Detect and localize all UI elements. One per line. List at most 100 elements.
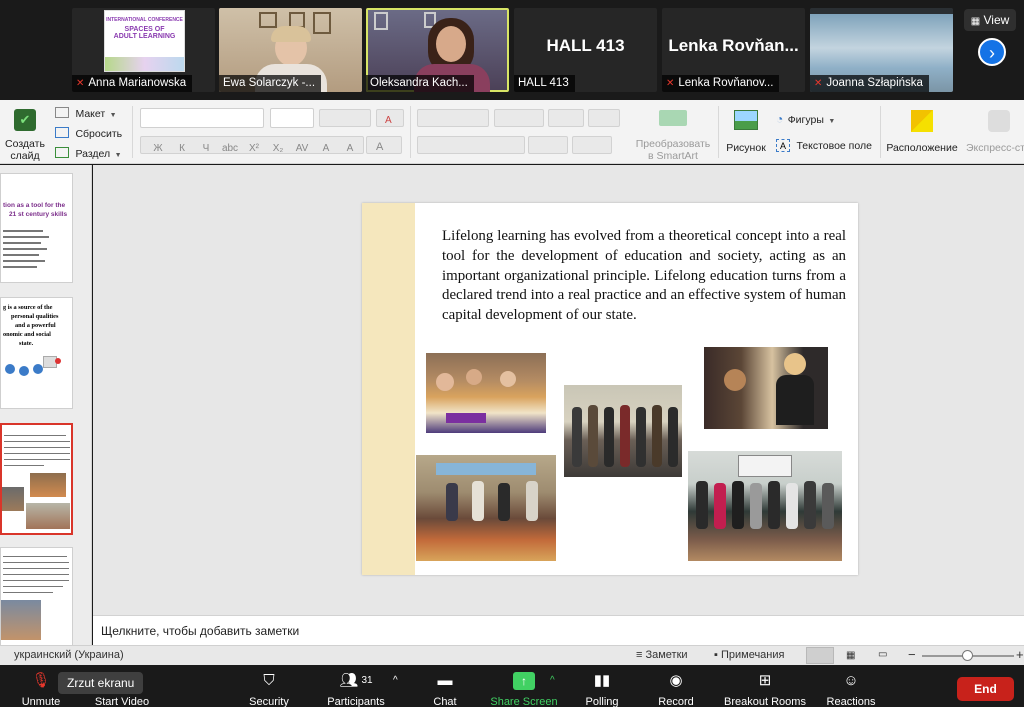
- slide-thumbnail[interactable]: g is a source of the personal qualities …: [0, 297, 73, 409]
- thumbnail-text: g is a source of the: [3, 304, 53, 311]
- participant-tile[interactable]: HALL 413 HALL 413: [514, 8, 657, 92]
- slide-body-text[interactable]: Lifelong learning has evolved from a the…: [442, 227, 846, 326]
- share-options-chevron[interactable]: ^: [550, 675, 555, 686]
- text-format-button[interactable]: AV: [290, 143, 314, 154]
- thumbnail-text: onomic and social: [3, 331, 51, 338]
- person-head: [436, 26, 466, 62]
- presenter-view-button[interactable]: ▭: [878, 649, 887, 660]
- new-slide-icon: ✔: [14, 109, 36, 131]
- photo-blonde-teacher: [704, 347, 828, 429]
- textbox-label: Текстовое поле: [796, 140, 872, 152]
- shapes-button[interactable]: ◔ Фигуры ▼: [776, 110, 835, 126]
- breakout-rooms-icon: ⊞: [758, 672, 772, 689]
- view-label: View: [983, 13, 1010, 27]
- record-icon: ◉: [669, 672, 683, 689]
- smartart-button[interactable]: Преобразовать в SmartArt: [632, 106, 714, 162]
- text-format-button[interactable]: К: [170, 143, 194, 154]
- chevron-right-icon[interactable]: ›: [978, 38, 1006, 66]
- share-screen-button[interactable]: ↑ Share Screen: [486, 665, 562, 707]
- speaker-notes-field[interactable]: Щелкните, чтобы добавить заметки: [93, 615, 1024, 645]
- text-direction-button[interactable]: [528, 136, 568, 154]
- participant-tile[interactable]: INTERNATIONAL CONFERENCE SPACES OF ADULT…: [72, 8, 215, 92]
- participant-tile[interactable]: Lenka Rovňan... ✕ Lenka Rovňanov...: [662, 8, 805, 92]
- participant-tile[interactable]: Ewa Solarczyk -...: [219, 8, 362, 92]
- slide-thumbnail[interactable]: [0, 547, 73, 645]
- columns-button[interactable]: [588, 109, 620, 127]
- alignment-group[interactable]: [417, 136, 525, 154]
- thumbnail-text-line: [3, 236, 49, 238]
- font-color-button[interactable]: A: [366, 136, 402, 154]
- text-format-button[interactable]: A: [338, 143, 362, 154]
- participant-name: ✕ Anna Marianowska: [72, 75, 193, 92]
- text-format-button[interactable]: Ж: [146, 143, 170, 154]
- notes-toggle[interactable]: ≡ Заметки: [636, 649, 688, 661]
- text-format-button[interactable]: X₂: [266, 143, 290, 154]
- quick-styles-button[interactable]: Экспресс-сти: [962, 106, 1024, 156]
- reset-button[interactable]: Сбросить: [55, 124, 122, 140]
- comment-icon: ▪: [714, 649, 718, 661]
- reactions-button[interactable]: ☺ Reactions: [820, 665, 882, 707]
- participants-button[interactable]: 👥︎ 31 Participants: [320, 665, 392, 707]
- start-video-label: Start Video: [94, 696, 150, 707]
- participant-name: Ewa Solarczyk -...: [219, 75, 322, 92]
- comments-toggle[interactable]: ▪ Примечания: [714, 649, 784, 661]
- current-slide[interactable]: Lifelong learning has evolved from a the…: [362, 203, 858, 575]
- slide-thumbnail[interactable]: tion as a tool for the 21 st century ski…: [0, 173, 73, 283]
- new-slide-button[interactable]: ✔ Создать слайд: [4, 104, 46, 162]
- record-button[interactable]: ◉ Record: [650, 665, 702, 707]
- text-format-button[interactable]: abc: [218, 143, 242, 154]
- thumbnail-title: tion as a tool for the: [3, 202, 66, 209]
- smartart-label-1: Преобразовать: [635, 138, 711, 150]
- screenshot-tooltip: Zrzut ekranu: [58, 672, 144, 694]
- view-button[interactable]: ▦ View: [964, 9, 1016, 31]
- thumbnail-photo: [1, 600, 41, 640]
- slide-sorter-view-button[interactable]: ▦: [846, 650, 855, 661]
- participant-tile-active-speaker[interactable]: Oleksandra Kach...: [366, 8, 509, 92]
- textbox-button[interactable]: A Текстовое поле: [776, 136, 872, 152]
- align-text-button[interactable]: [572, 136, 612, 154]
- zoom-in-button[interactable]: +: [1016, 647, 1024, 662]
- ribbon-separator: [132, 106, 133, 158]
- clear-format-icon: A: [385, 115, 392, 126]
- section-button[interactable]: Раздел ▼: [55, 144, 122, 160]
- font-size-field[interactable]: [270, 108, 314, 128]
- zoom-out-button[interactable]: −: [908, 647, 916, 662]
- smartart-label-2: в SmartArt: [648, 150, 698, 162]
- bullets-group[interactable]: [417, 109, 489, 127]
- chat-button[interactable]: ▬ Chat: [418, 665, 472, 707]
- photo-festive-table: [416, 455, 556, 561]
- participant-name: ✕ Joanna Szłapińska: [810, 75, 929, 92]
- font-name-field[interactable]: [140, 108, 264, 128]
- emoji-icon: ☺: [843, 672, 859, 689]
- thumbnail-text-line: [3, 574, 69, 575]
- ribbon-separator: [410, 106, 411, 158]
- participant-name: HALL 413: [514, 75, 575, 92]
- meeting-toolbar: 🎙︎ Unmute ▶ Start Video ⛉ Security 👥︎31 …: [0, 665, 1024, 707]
- poster-line: ADULT LEARNING: [113, 33, 176, 40]
- line-spacing-button[interactable]: [548, 109, 584, 127]
- quick-styles-icon: [988, 110, 1010, 132]
- thumbnail-text: state.: [19, 340, 34, 347]
- participants-options-chevron[interactable]: ^: [393, 675, 398, 686]
- security-button[interactable]: ⛉ Security: [240, 665, 298, 707]
- arrange-button[interactable]: Расположение: [886, 106, 958, 156]
- zoom-slider-thumb[interactable]: [961, 650, 973, 661]
- participant-name: ✕ Lenka Rovňanov...: [662, 75, 780, 92]
- text-format-button[interactable]: X²: [242, 143, 266, 154]
- text-format-button[interactable]: A: [314, 143, 338, 154]
- participant-tile[interactable]: ✕ Joanna Szłapińska: [810, 8, 953, 92]
- indent-group[interactable]: [494, 109, 544, 127]
- photo-classroom-lesson: [426, 353, 546, 433]
- breakout-rooms-button[interactable]: ⊞ Breakout Rooms: [716, 665, 814, 707]
- clear-formatting-button[interactable]: A: [376, 109, 404, 127]
- text-format-button[interactable]: Ч: [194, 143, 218, 154]
- smartart-icon: [659, 110, 687, 126]
- picture-button[interactable]: Рисунок: [723, 106, 769, 156]
- layout-button[interactable]: Макет ▼: [55, 104, 117, 120]
- font-grow-shrink-group[interactable]: [319, 109, 371, 127]
- end-meeting-button[interactable]: End: [957, 677, 1014, 701]
- polling-button[interactable]: ▮▮ Polling: [578, 665, 626, 707]
- normal-view-button[interactable]: [806, 647, 834, 664]
- language-indicator[interactable]: украинский (Украина): [14, 649, 124, 661]
- slide-thumbnail-selected[interactable]: [0, 423, 73, 535]
